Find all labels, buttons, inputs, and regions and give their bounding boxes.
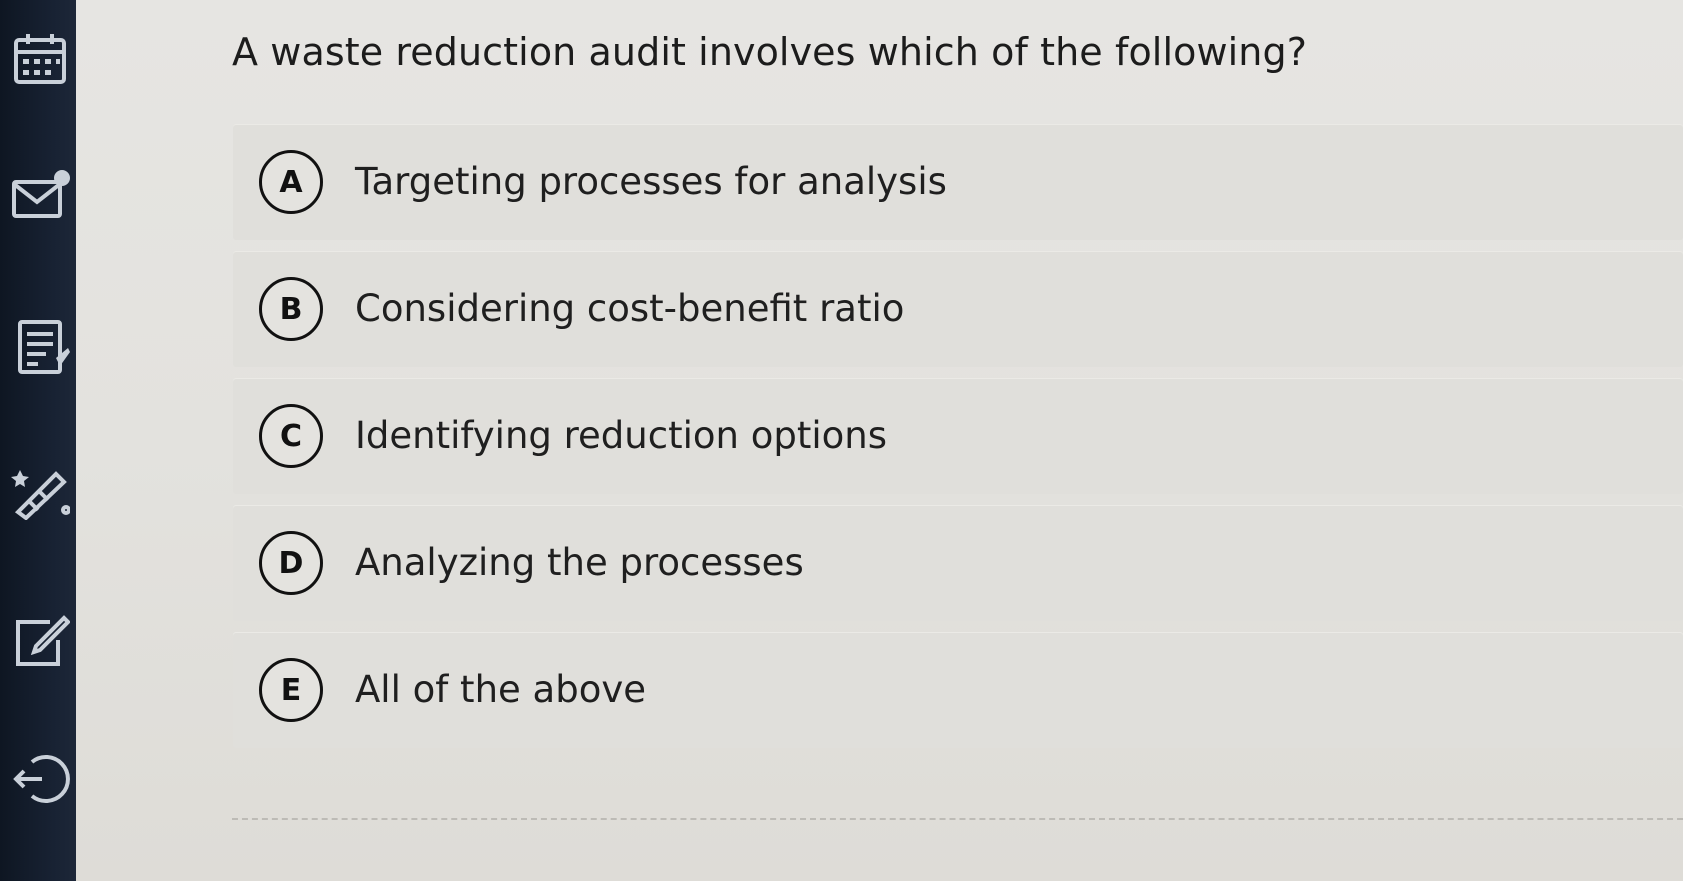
mail-icon[interactable] — [10, 168, 70, 228]
option-c[interactable]: C Identifying reduction options — [233, 378, 1683, 494]
option-a[interactable]: A Targeting processes for analysis — [233, 124, 1683, 240]
option-text: Considering cost-benefit ratio — [355, 287, 905, 330]
notes-icon[interactable] — [10, 318, 70, 378]
option-text: Identifying reduction options — [355, 414, 888, 457]
option-letter: C — [259, 404, 323, 468]
option-d[interactable]: D Analyzing the processes — [233, 505, 1683, 621]
option-text: Analyzing the processes — [355, 541, 804, 584]
option-letter: A — [259, 150, 323, 214]
logout-icon[interactable] — [10, 748, 70, 808]
option-b[interactable]: B Considering cost-benefit ratio — [233, 251, 1683, 367]
dashed-divider — [232, 818, 1683, 820]
option-text: All of the above — [355, 668, 646, 711]
answer-options: A Targeting processes for analysis B Con… — [233, 124, 1683, 759]
option-letter: D — [259, 531, 323, 595]
edit-icon[interactable] — [10, 610, 70, 670]
option-letter: E — [259, 658, 323, 722]
question-text: A waste reduction audit involves which o… — [232, 30, 1307, 74]
option-e[interactable]: E All of the above — [233, 632, 1683, 748]
option-letter: B — [259, 277, 323, 341]
calendar-icon[interactable] — [10, 30, 70, 90]
sidebar — [0, 0, 76, 881]
tools-icon[interactable] — [10, 460, 70, 520]
option-text: Targeting processes for analysis — [355, 160, 947, 203]
